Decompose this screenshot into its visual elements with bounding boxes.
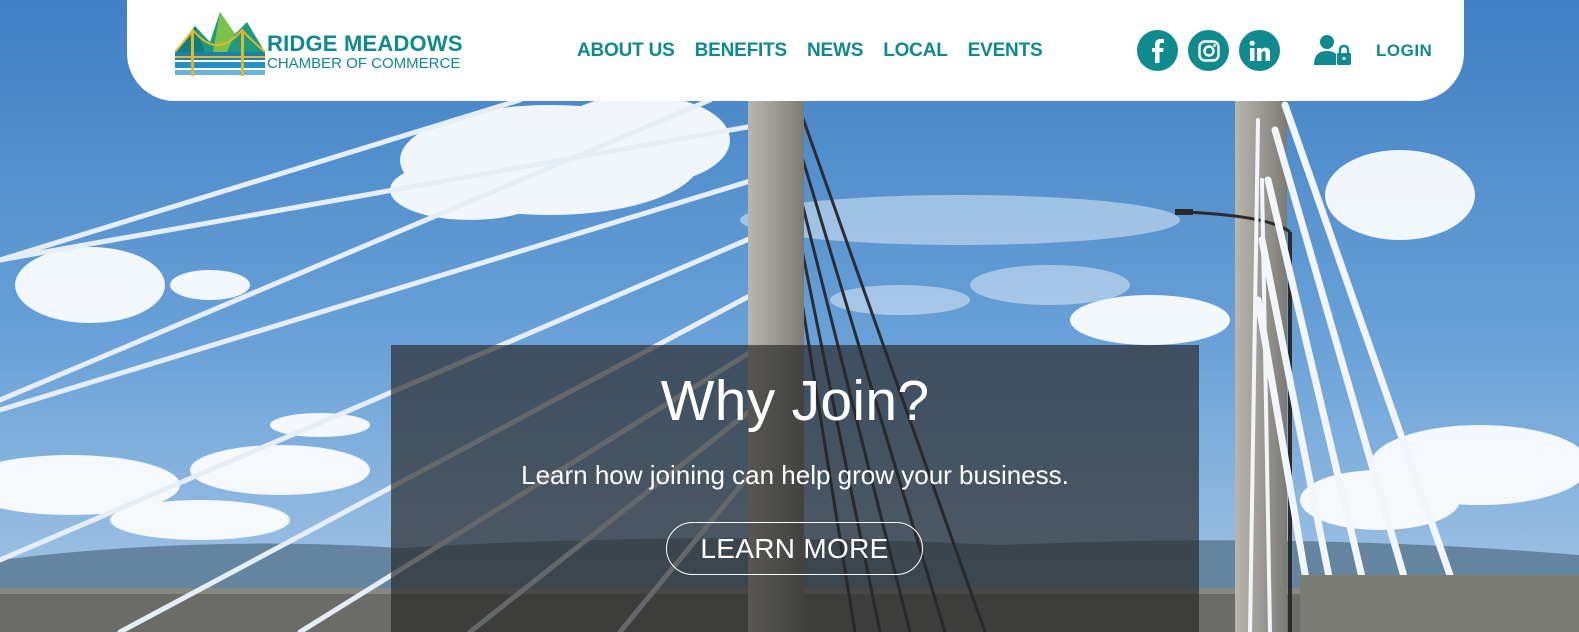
main-nav: ABOUT US BENEFITS NEWS LOCAL EVENTS [577, 40, 1043, 62]
hero-title: Why Join? [660, 369, 930, 433]
mountain-bridge-logo-icon [175, 12, 265, 76]
login-link[interactable]: LOGIN [1376, 41, 1432, 61]
learn-more-button[interactable]: LEARN MORE [666, 522, 923, 575]
instagram-link[interactable] [1188, 30, 1229, 71]
site-header: RIDGE MEADOWS CHAMBER OF COMMERCE ABOUT … [127, 0, 1464, 101]
facebook-link[interactable] [1137, 30, 1178, 71]
social-links [1137, 30, 1280, 71]
why-join-panel: Why Join? Learn how joining can help gro… [391, 345, 1199, 632]
facebook-icon [1151, 38, 1164, 63]
brand-tagline: CHAMBER OF COMMERCE [267, 55, 461, 72]
nav-item-about-us[interactable]: ABOUT US [577, 40, 675, 62]
linkedin-link[interactable] [1239, 30, 1280, 71]
nav-item-benefits[interactable]: BENEFITS [695, 40, 788, 62]
nav-item-local[interactable]: LOCAL [883, 40, 948, 62]
brand-name: RIDGE MEADOWS [267, 31, 463, 56]
account-link[interactable] [1314, 34, 1352, 71]
hero-subtitle: Learn how joining can help grow your bus… [521, 460, 1069, 490]
user-lock-icon [1314, 35, 1351, 65]
nav-item-news[interactable]: NEWS [807, 40, 863, 62]
site-logo[interactable]: RIDGE MEADOWS CHAMBER OF COMMERCE [175, 12, 475, 82]
nav-item-events[interactable]: EVENTS [968, 40, 1043, 62]
instagram-icon [1197, 39, 1220, 62]
linkedin-icon [1249, 40, 1270, 61]
